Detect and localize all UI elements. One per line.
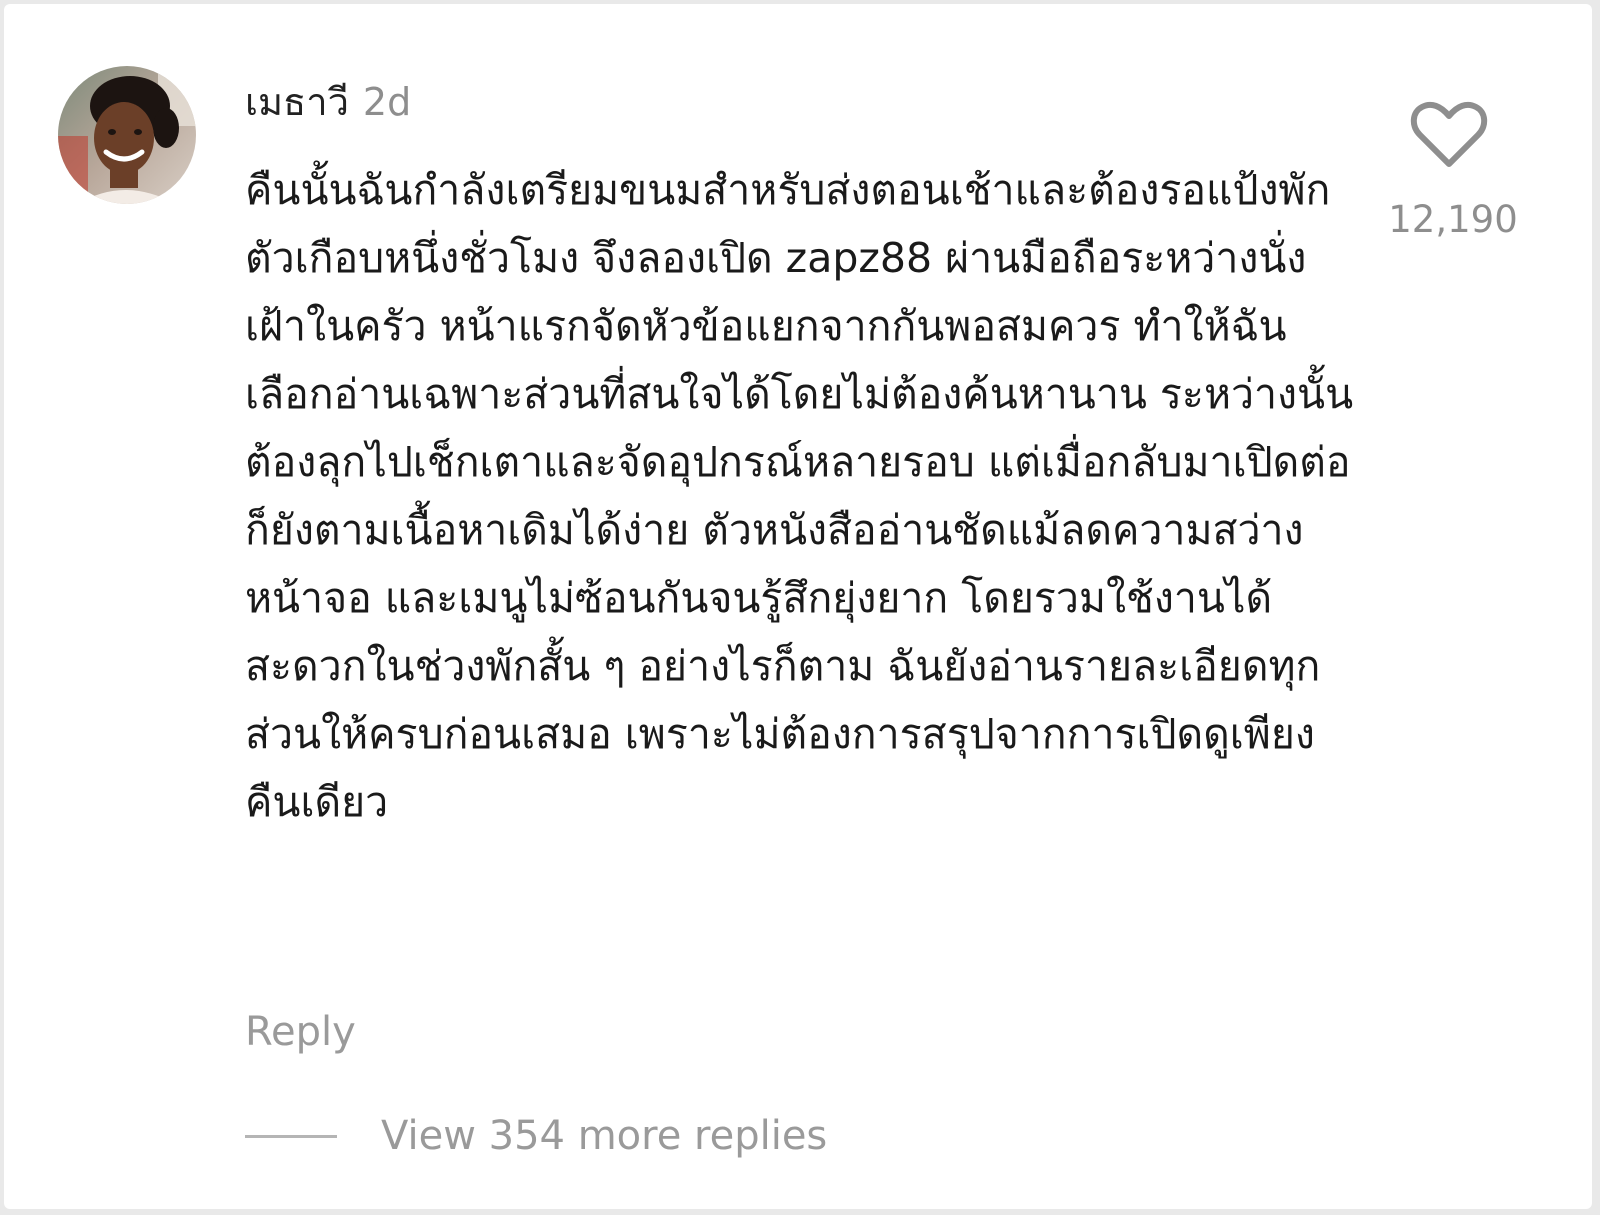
replies-divider-line [245, 1134, 337, 1138]
reply-button[interactable]: Reply [245, 1008, 356, 1056]
user-avatar[interactable] [58, 66, 196, 204]
like-count: 12,190 [1388, 198, 1518, 241]
avatar-photo-icon [58, 66, 196, 204]
view-replies-label: View 354 more replies [381, 1113, 828, 1159]
comment-text: คืนนั้นฉันกำลังเตรียมขนมสำหรับส่งตอนเช้า… [245, 166, 1354, 826]
heart-outline-icon [1410, 101, 1488, 167]
comment-card: เมธาวี 2d คืนนั้นฉันกำลังเตรียมขนมสำหรับส… [4, 4, 1592, 1209]
comment-timestamp: 2d [362, 80, 412, 124]
username[interactable]: เมธาวี [245, 80, 349, 124]
like-button[interactable] [1410, 100, 1488, 170]
comment-meta: เมธาวี 2d [245, 78, 411, 126]
view-more-replies[interactable]: View 354 more replies [245, 1110, 827, 1162]
